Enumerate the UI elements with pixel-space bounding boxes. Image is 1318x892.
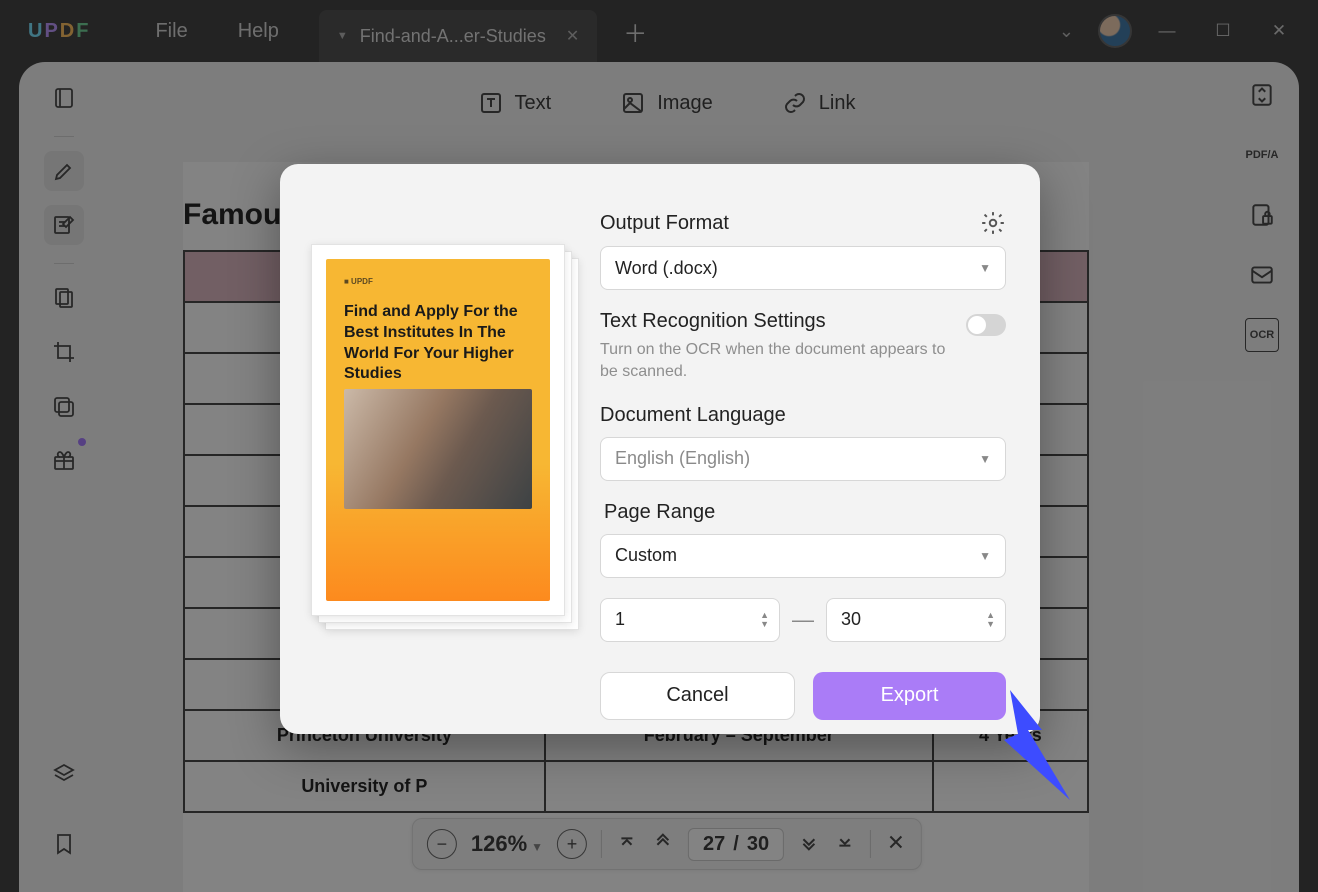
ocr-description: Turn on the OCR when the document appear… [600,339,966,384]
ocr-toggle[interactable] [966,314,1006,336]
language-label: Document Language [600,404,1006,427]
page-range-select[interactable]: Custom▼ [600,534,1006,578]
output-format-label: Output Format [600,212,729,235]
output-format-select[interactable]: Word (.docx)▼ [600,246,1006,290]
language-select[interactable]: English (English)▼ [600,437,1006,481]
export-dialog: ■ UPDF Find and Apply For the Best Insti… [280,164,1040,734]
document-thumbnail: ■ UPDF Find and Apply For the Best Insti… [311,244,569,624]
cancel-button[interactable]: Cancel [600,672,795,720]
output-settings-button[interactable] [980,210,1006,236]
page-from-input[interactable]: 1 ▲▼ [600,598,780,642]
export-button[interactable]: Export [813,672,1006,720]
range-dash: — [792,607,814,633]
stepper-down-icon[interactable]: ▼ [986,620,995,629]
stepper-down-icon[interactable]: ▼ [760,620,769,629]
ocr-label: Text Recognition Settings [600,310,966,333]
page-range-label: Page Range [604,501,1006,524]
page-to-input[interactable]: 30 ▲▼ [826,598,1006,642]
